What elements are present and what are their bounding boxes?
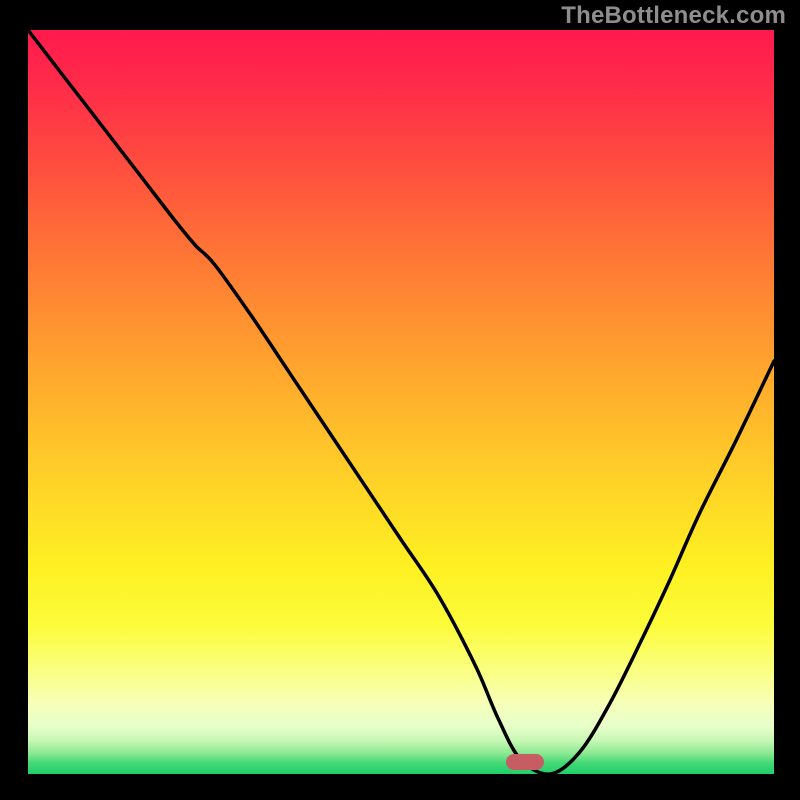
bottleneck-curve — [28, 30, 774, 774]
watermark-text: TheBottleneck.com — [561, 2, 786, 30]
chart-frame: TheBottleneck.com — [0, 0, 800, 800]
plot-area — [28, 30, 774, 774]
optimal-marker — [506, 754, 544, 770]
